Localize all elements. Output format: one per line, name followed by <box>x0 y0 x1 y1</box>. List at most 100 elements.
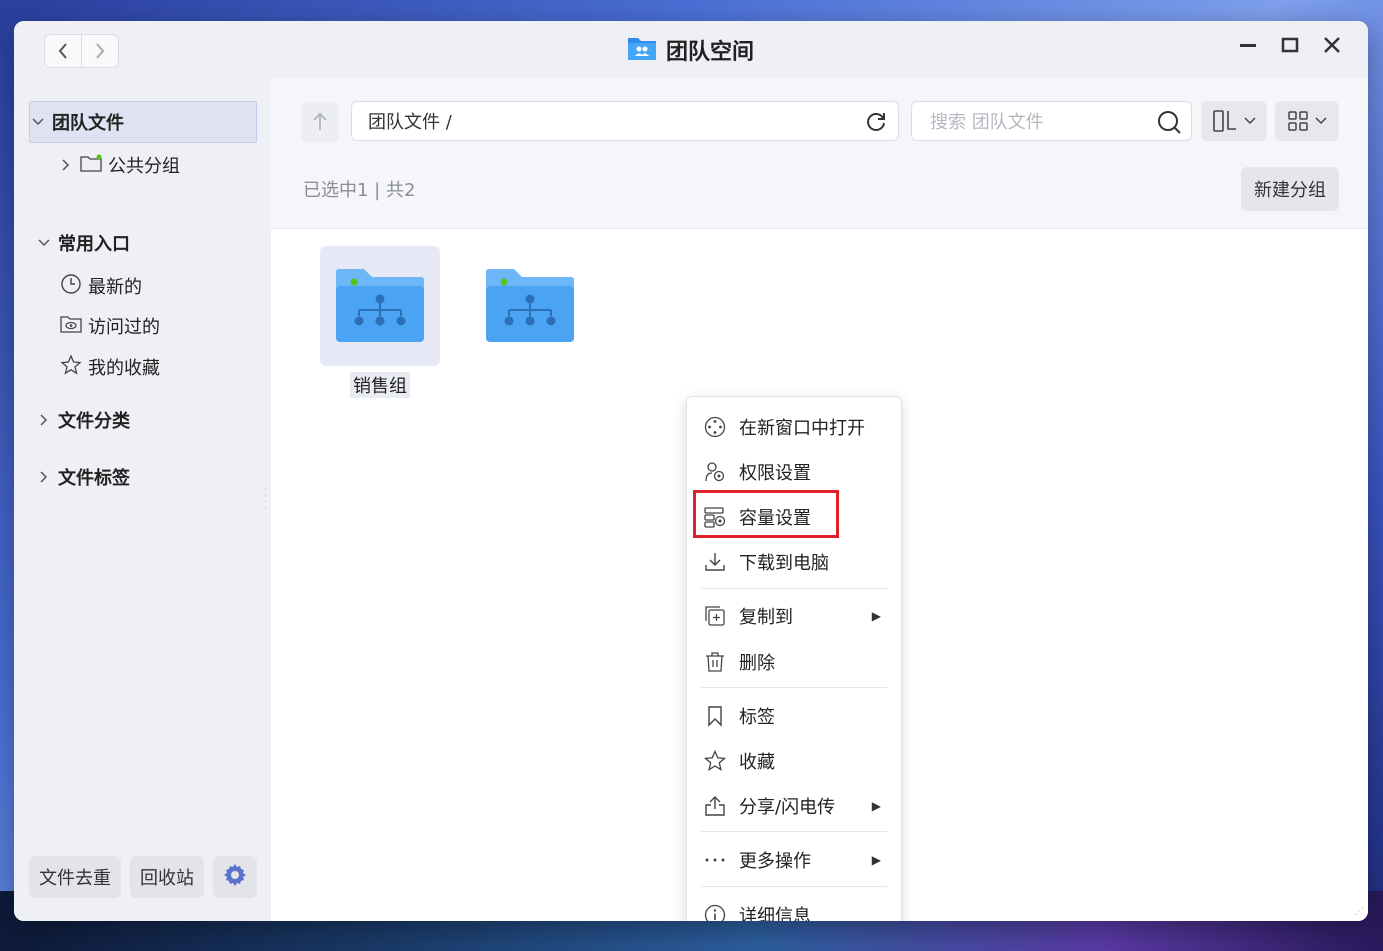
chevron-down-icon <box>1315 117 1327 125</box>
maximize-icon <box>1281 37 1299 53</box>
gear-icon <box>223 863 247 892</box>
sidebar-section-label: 文件标签 <box>58 468 130 489</box>
dedupe-button[interactable]: 文件去重 <box>29 856 121 898</box>
submenu-arrow-icon: ▶ <box>871 609 881 623</box>
folder-tile[interactable] <box>320 246 440 366</box>
folder-item-sales[interactable]: 销售组 <box>320 246 440 398</box>
info-icon <box>703 903 727 921</box>
menu-item-label: 权限设置 <box>739 463 811 484</box>
chevron-left-icon <box>58 43 67 59</box>
sort-icon <box>1213 110 1236 132</box>
submenu-arrow-icon: ▶ <box>871 799 881 813</box>
menu-item-tag[interactable]: 标签 <box>687 696 901 736</box>
menu-item-label: 下载到电脑 <box>739 553 829 574</box>
settings-button[interactable] <box>213 856 257 898</box>
grid-view-icon <box>1288 111 1308 131</box>
menu-divider <box>701 687 887 688</box>
folder-name: 销售组 <box>350 372 410 398</box>
minimize-button[interactable] <box>1238 35 1258 55</box>
sidebar: 团队文件 公共分组 常用入口 最新的 访问过的 我的收藏 文件分类 文件标签 ·… <box>14 78 271 921</box>
menu-item-share[interactable]: 分享/闪电传 ▶ <box>687 786 901 826</box>
menu-item-download[interactable]: 下载到电脑 <box>687 542 901 582</box>
menu-divider <box>701 831 887 832</box>
refresh-icon[interactable] <box>864 110 888 139</box>
sidebar-section-label: 文件分类 <box>58 411 130 432</box>
chevron-right-icon[interactable] <box>58 159 74 171</box>
more-icon <box>703 848 727 872</box>
forward-button[interactable] <box>81 35 118 67</box>
highlight-annotation <box>693 490 839 538</box>
menu-item-label: 复制到 <box>739 607 793 628</box>
group-folder-icon <box>486 269 574 342</box>
folder-item-second[interactable] <box>470 246 590 366</box>
menu-item-more[interactable]: 更多操作 ▶ <box>687 840 901 880</box>
menu-item-delete[interactable]: 删除 <box>687 642 901 682</box>
open-window-icon <box>703 415 727 439</box>
menu-item-label: 分享/闪电传 <box>739 797 836 818</box>
menu-divider <box>701 886 887 887</box>
sidebar-section-common[interactable]: 常用入口 <box>36 228 130 258</box>
trash-icon <box>703 650 727 674</box>
minimize-icon <box>1240 44 1256 47</box>
chevron-right-icon[interactable] <box>36 471 52 483</box>
maximize-button[interactable] <box>1280 35 1300 55</box>
clock-icon <box>60 273 82 300</box>
title-bar: 团队空间 <box>14 21 1368 78</box>
close-icon <box>1324 37 1340 53</box>
main-panel: 团队文件 / 搜索 团队文件 已选中1 | 共2 新建分组 销售组 在新窗口中打… <box>271 78 1368 921</box>
team-space-window: 团队空间 团队文件 公共分组 常用入口 最新的 访问过的 我的收藏 文件分类 文… <box>14 21 1368 921</box>
sidebar-item-team-files[interactable]: 团队文件 <box>29 101 257 143</box>
path-text: 团队文件 / <box>368 112 452 133</box>
chevron-down-icon[interactable] <box>30 118 46 126</box>
sidebar-item-visited[interactable]: 访问过的 <box>60 311 160 341</box>
sidebar-section-label: 常用入口 <box>58 234 130 255</box>
group-folder-icon <box>80 154 102 177</box>
group-folder-icon <box>336 269 424 342</box>
star-icon <box>703 749 727 773</box>
arrow-up-icon <box>313 112 327 130</box>
menu-divider <box>701 588 887 589</box>
menu-item-copy-to[interactable]: 复制到 ▶ <box>687 596 901 636</box>
toolbar: 团队文件 / 搜索 团队文件 已选中1 | 共2 新建分组 <box>271 78 1368 229</box>
sidebar-item-public-group[interactable]: 公共分组 <box>58 150 180 180</box>
sidebar-item-favorites[interactable]: 我的收藏 <box>60 352 160 382</box>
sidebar-section-file-tags[interactable]: 文件标签 <box>36 462 130 492</box>
eye-icon <box>60 314 82 339</box>
path-bar[interactable]: 团队文件 / <box>351 101 899 141</box>
menu-item-label: 更多操作 <box>739 851 811 872</box>
search-icon[interactable] <box>1157 110 1183 141</box>
window-title: 团队空间 <box>626 33 754 67</box>
chevron-down-icon[interactable] <box>36 239 52 247</box>
back-button[interactable] <box>45 35 81 67</box>
resize-grip-icon[interactable]: ⋰ <box>1354 906 1364 917</box>
sort-button[interactable] <box>1201 101 1267 141</box>
context-menu: 在新窗口中打开 权限设置 容量设置 下载到电脑 复制到 ▶ 删除 标签 收藏 分… <box>686 396 902 921</box>
chevron-right-icon[interactable] <box>36 414 52 426</box>
menu-item-details[interactable]: 详细信息 <box>687 895 901 921</box>
menu-item-open-new-window[interactable]: 在新窗口中打开 <box>687 407 901 447</box>
nav-buttons <box>44 34 119 68</box>
chevron-down-icon <box>1244 117 1256 125</box>
copy-to-icon <box>703 604 727 628</box>
sidebar-resize-handle[interactable]: · · · · <box>264 486 267 514</box>
folder-tile[interactable] <box>470 246 590 366</box>
search-input[interactable]: 搜索 团队文件 <box>911 101 1192 141</box>
selection-count: 已选中1 | 共2 <box>303 180 416 201</box>
sidebar-item-label: 公共分组 <box>108 156 180 177</box>
menu-item-label: 详细信息 <box>739 906 811 921</box>
view-mode-button[interactable] <box>1275 101 1339 141</box>
download-icon <box>703 550 727 574</box>
new-group-button[interactable]: 新建分组 <box>1241 167 1339 211</box>
menu-item-favorite[interactable]: 收藏 <box>687 741 901 781</box>
bookmark-icon <box>703 704 727 728</box>
sidebar-section-file-category[interactable]: 文件分类 <box>36 405 130 435</box>
sidebar-item-label: 我的收藏 <box>88 358 160 379</box>
sidebar-item-recent[interactable]: 最新的 <box>60 271 142 301</box>
menu-item-permission[interactable]: 权限设置 <box>687 452 901 492</box>
recycle-bin-button[interactable]: 回收站 <box>130 856 204 898</box>
up-level-button[interactable] <box>301 102 339 142</box>
search-placeholder: 搜索 团队文件 <box>930 112 1044 133</box>
sidebar-item-label: 团队文件 <box>52 113 124 134</box>
close-button[interactable] <box>1322 35 1342 55</box>
team-folder-icon <box>626 34 658 66</box>
